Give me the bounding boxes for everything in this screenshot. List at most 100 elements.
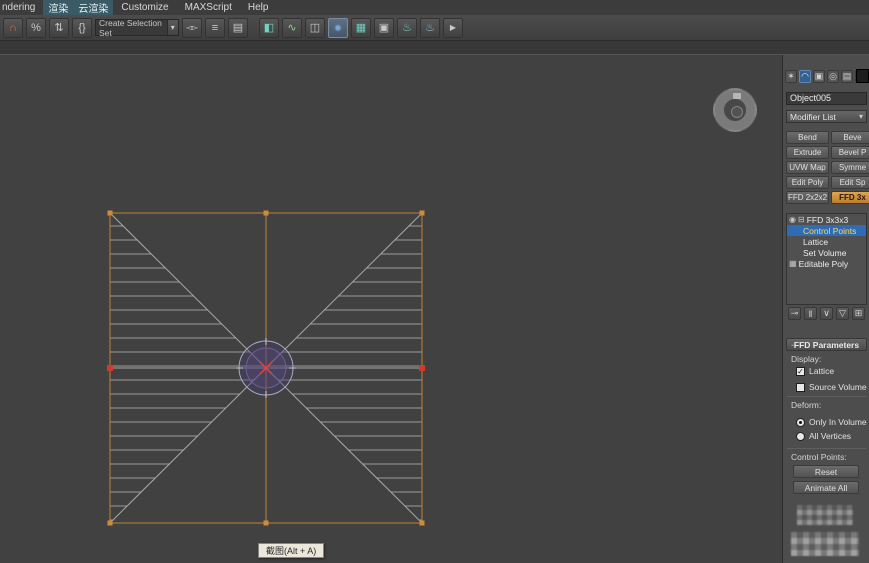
menu-cloud-render-cn[interactable]: 云渲染 [73,0,114,15]
tab-modify-icon[interactable]: ◠ [799,70,811,83]
all-vertices-label: All Vertices [809,431,852,441]
snap-toggle-icon[interactable]: ∩ [3,17,23,38]
align-icon[interactable]: ≡ [205,17,225,38]
mirror-icon[interactable]: ◅▻ [182,17,202,38]
ffd-control-point[interactable] [419,210,425,216]
tab-display-icon[interactable]: ▤ [841,70,853,83]
remove-modifier-icon[interactable]: ▽ [836,307,849,320]
modifier-list-label: Modifier List [790,111,836,122]
screenshot-tooltip: 截图(Alt + A) [258,543,325,558]
editable-poly-icon: ▦ [789,259,797,268]
modifier-list-dropdown[interactable]: Modifier List ▾ [786,110,867,123]
modifier-button-edit-spline[interactable]: Edit Sp [831,176,869,189]
animate-all-button[interactable]: Animate All [793,481,859,494]
steering-wheel-widget[interactable] [713,88,757,132]
render-last-icon[interactable]: ▶ [443,17,463,38]
rendered-frame-window-icon[interactable]: ▣ [374,17,394,38]
tab-hierarchy-icon[interactable]: ▣ [813,70,825,83]
control-points-group-label: Control Points: [791,452,847,462]
viewport[interactable]: 截图(Alt + A) [0,55,782,563]
selection-set-combo-value: Create Selection Set [99,17,162,38]
command-panel-tabs: ✶ ◠ ▣ ◎ ▤ ✚ [785,70,867,83]
steering-wheel-notch [733,93,741,99]
rollout-collapse-icon[interactable]: − [791,340,796,350]
spinner-snap-icon[interactable]: ⇅ [49,17,69,38]
layer-manager-icon[interactable]: ▤ [228,17,248,38]
watermark-blur-block [797,505,853,525]
ffd-control-point[interactable] [419,520,425,526]
bulb-icon[interactable]: ◉ [789,215,796,224]
only-in-volume-radio[interactable] [796,417,805,427]
separator [787,396,866,397]
render-setup-icon[interactable]: ▦ [351,17,371,38]
stack-row-label: Control Points [803,225,857,236]
ffd-control-point[interactable] [263,520,269,526]
percent-snap-icon[interactable]: % [26,17,46,38]
stack-row-label: Set Volume [803,247,847,258]
viewport-canvas[interactable] [0,55,782,563]
selection-set-combo[interactable]: Create Selection Set ▾ [95,17,179,38]
menu-render-cn[interactable]: 渲染 [43,0,74,15]
ribbon-toggle-icon[interactable]: ◧ [259,17,279,38]
menu-help[interactable]: Help [240,0,277,15]
pin-stack-icon[interactable]: ⊸ [788,307,801,320]
modifier-button-bevel-profile[interactable]: Bevel P [831,146,869,159]
modifier-button-bevel[interactable]: Beve [831,131,869,144]
expand-icon[interactable]: ⊟ [798,215,805,224]
combo-dropdown-icon[interactable]: ▾ [166,20,178,35]
make-unique-icon[interactable]: ∨ [820,307,833,320]
source-volume-checkbox-row[interactable]: Source Volume [796,382,867,392]
configure-modifier-sets-icon[interactable]: ⊞ [852,307,865,320]
deform-group-label: Deform: [791,400,822,410]
modifier-button-extrude[interactable]: Extrude [786,146,829,159]
ffd-parameters-rollout-header[interactable]: − FFD Parameters [786,338,867,351]
ffd-control-point[interactable] [107,210,113,216]
stack-row-set-volume[interactable]: Set Volume [787,247,866,258]
all-vertices-radio[interactable] [796,431,805,441]
modifier-button-bend[interactable]: Bend [786,131,829,144]
stack-row-editable-poly[interactable]: ▦ Editable Poly [787,258,866,269]
lattice-checkbox-row[interactable]: ✓ Lattice [796,366,834,376]
modifier-button-symmetry[interactable]: Symme [831,161,869,174]
all-vertices-radio-row[interactable]: All Vertices [796,431,851,441]
main-toolbar: ∩ % ⇅ {} Create Selection Set ▾ ◅▻ ≡ ▤ ◧… [0,15,869,41]
ffd-control-point[interactable] [107,520,113,526]
modifier-list-arrow-icon[interactable]: ▾ [859,112,863,121]
render-iterative-icon[interactable]: ♨ [420,17,440,38]
corner-dark-box [856,69,869,83]
render-production-icon[interactable]: ♨ [397,17,417,38]
modifier-stack-toolbar: ⊸ ‖ ∨ ▽ ⊞ [786,306,867,321]
show-end-result-icon[interactable]: ‖ [804,307,817,320]
watermark-blur-block [791,532,859,556]
stack-row-ffd-3x3x3[interactable]: ◉ ⊟ FFD 3x3x3 [787,214,866,225]
stack-row-control-points[interactable]: Control Points [787,225,866,236]
stack-row-label: Editable Poly [798,258,849,269]
menu-maxscript[interactable]: MAXScript [177,0,240,15]
source-volume-checkbox-label: Source Volume [809,382,867,392]
only-in-volume-label: Only In Volume [809,417,867,427]
ffd-control-point[interactable] [263,210,269,216]
stack-row-lattice[interactable]: Lattice [787,236,866,247]
tab-create-icon[interactable]: ✶ [785,70,797,83]
menu-rendering[interactable]: ndering [0,0,43,15]
modifier-stack: ◉ ⊟ FFD 3x3x3 Control Points Lattice Set… [786,213,867,305]
rollout-title: FFD Parameters [793,339,860,350]
modifier-button-ffd-2x2x2[interactable]: FFD 2x2x2 [786,191,829,204]
menu-bar: ndering 渲染 云渲染 Customize MAXScript Help [0,0,869,15]
tab-motion-icon[interactable]: ◎ [827,70,839,83]
menu-customize[interactable]: Customize [113,0,176,15]
object-name-field[interactable]: Object005 [786,92,867,105]
schematic-view-icon[interactable]: ◫ [305,17,325,38]
modifier-button-uvw-map[interactable]: UVW Map [786,161,829,174]
material-editor-icon[interactable]: ● [328,17,348,38]
reset-button[interactable]: Reset [793,465,859,478]
ffd-selected-control-point[interactable] [107,365,113,371]
named-selection-sets-icon[interactable]: {} [72,17,92,38]
lattice-checkbox[interactable]: ✓ [796,366,805,376]
only-in-volume-radio-row[interactable]: Only In Volume [796,417,867,427]
modifier-button-edit-poly[interactable]: Edit Poly [786,176,829,189]
curve-editor-icon[interactable]: ∿ [282,17,302,38]
ffd-selected-control-point[interactable] [419,365,425,371]
modifier-button-ffd-3x3x3[interactable]: FFD 3x [831,191,869,204]
source-volume-checkbox[interactable] [796,382,805,392]
